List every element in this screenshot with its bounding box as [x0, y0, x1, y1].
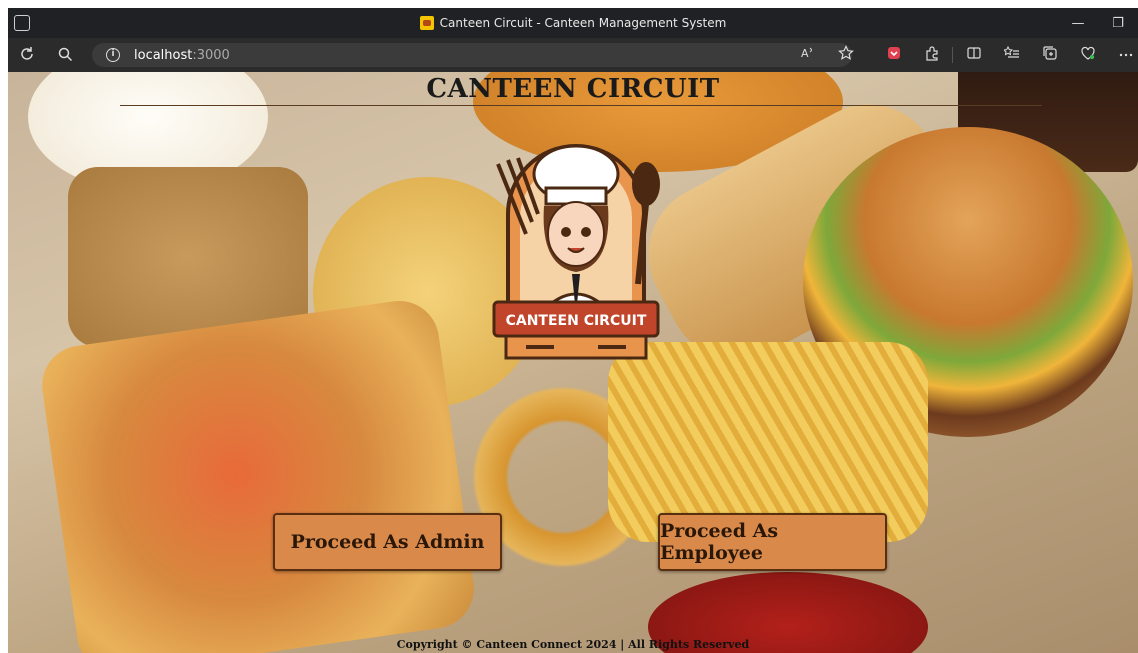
read-aloud-icon[interactable]: A	[798, 45, 818, 65]
title-bar: Canteen Circuit - Canteen Management Sys…	[8, 8, 1138, 38]
collections-icon[interactable]	[1040, 45, 1060, 65]
title-divider	[120, 105, 1042, 106]
refresh-icon[interactable]	[18, 46, 36, 64]
toolbar-separator	[952, 47, 953, 63]
address-port: :3000	[192, 47, 230, 63]
site-info-icon[interactable]: i	[106, 48, 120, 62]
search-icon[interactable]	[56, 46, 74, 64]
window-title-area: Canteen Circuit - Canteen Management Sys…	[8, 8, 1138, 38]
restore-button[interactable]: ❐	[1098, 16, 1138, 31]
page-content: CANTEEN CIRCUIT CANTEEN CIRCUIT Proceed …	[8, 72, 1138, 653]
proceed-employee-button[interactable]: Proceed As Employee	[658, 513, 887, 571]
window-title: Canteen Circuit - Canteen Management Sys…	[439, 16, 727, 30]
favorites-list-icon[interactable]	[1002, 45, 1022, 65]
more-icon[interactable]	[1116, 45, 1136, 65]
browser-window: Canteen Circuit - Canteen Management Sys…	[0, 0, 1138, 653]
window-controls: — ❐	[1058, 8, 1138, 38]
site-favicon-icon	[419, 16, 434, 30]
copyright-footer: Copyright © Canteen Connect 2024 | All R…	[396, 638, 750, 651]
fries-image	[608, 342, 928, 542]
address-bar[interactable]: i localhost:3000	[92, 43, 852, 67]
minimize-button[interactable]: —	[1058, 16, 1098, 31]
page-title: CANTEEN CIRCUIT	[426, 74, 720, 104]
proceed-admin-button[interactable]: Proceed As Admin	[273, 513, 502, 571]
browser-toolbar: i localhost:3000 A	[8, 38, 1138, 72]
favorite-star-icon[interactable]	[836, 45, 856, 65]
canteen-logo: CANTEEN CIRCUIT	[486, 144, 666, 364]
left-margin	[0, 0, 8, 653]
svg-text:A: A	[801, 47, 809, 60]
extensions-icon[interactable]	[922, 45, 942, 65]
health-icon[interactable]	[1078, 45, 1098, 65]
split-screen-icon[interactable]	[964, 45, 984, 65]
address-host: localhost	[134, 47, 193, 63]
pocket-icon[interactable]	[884, 45, 904, 65]
logo-text: CANTEEN CIRCUIT	[506, 313, 647, 329]
